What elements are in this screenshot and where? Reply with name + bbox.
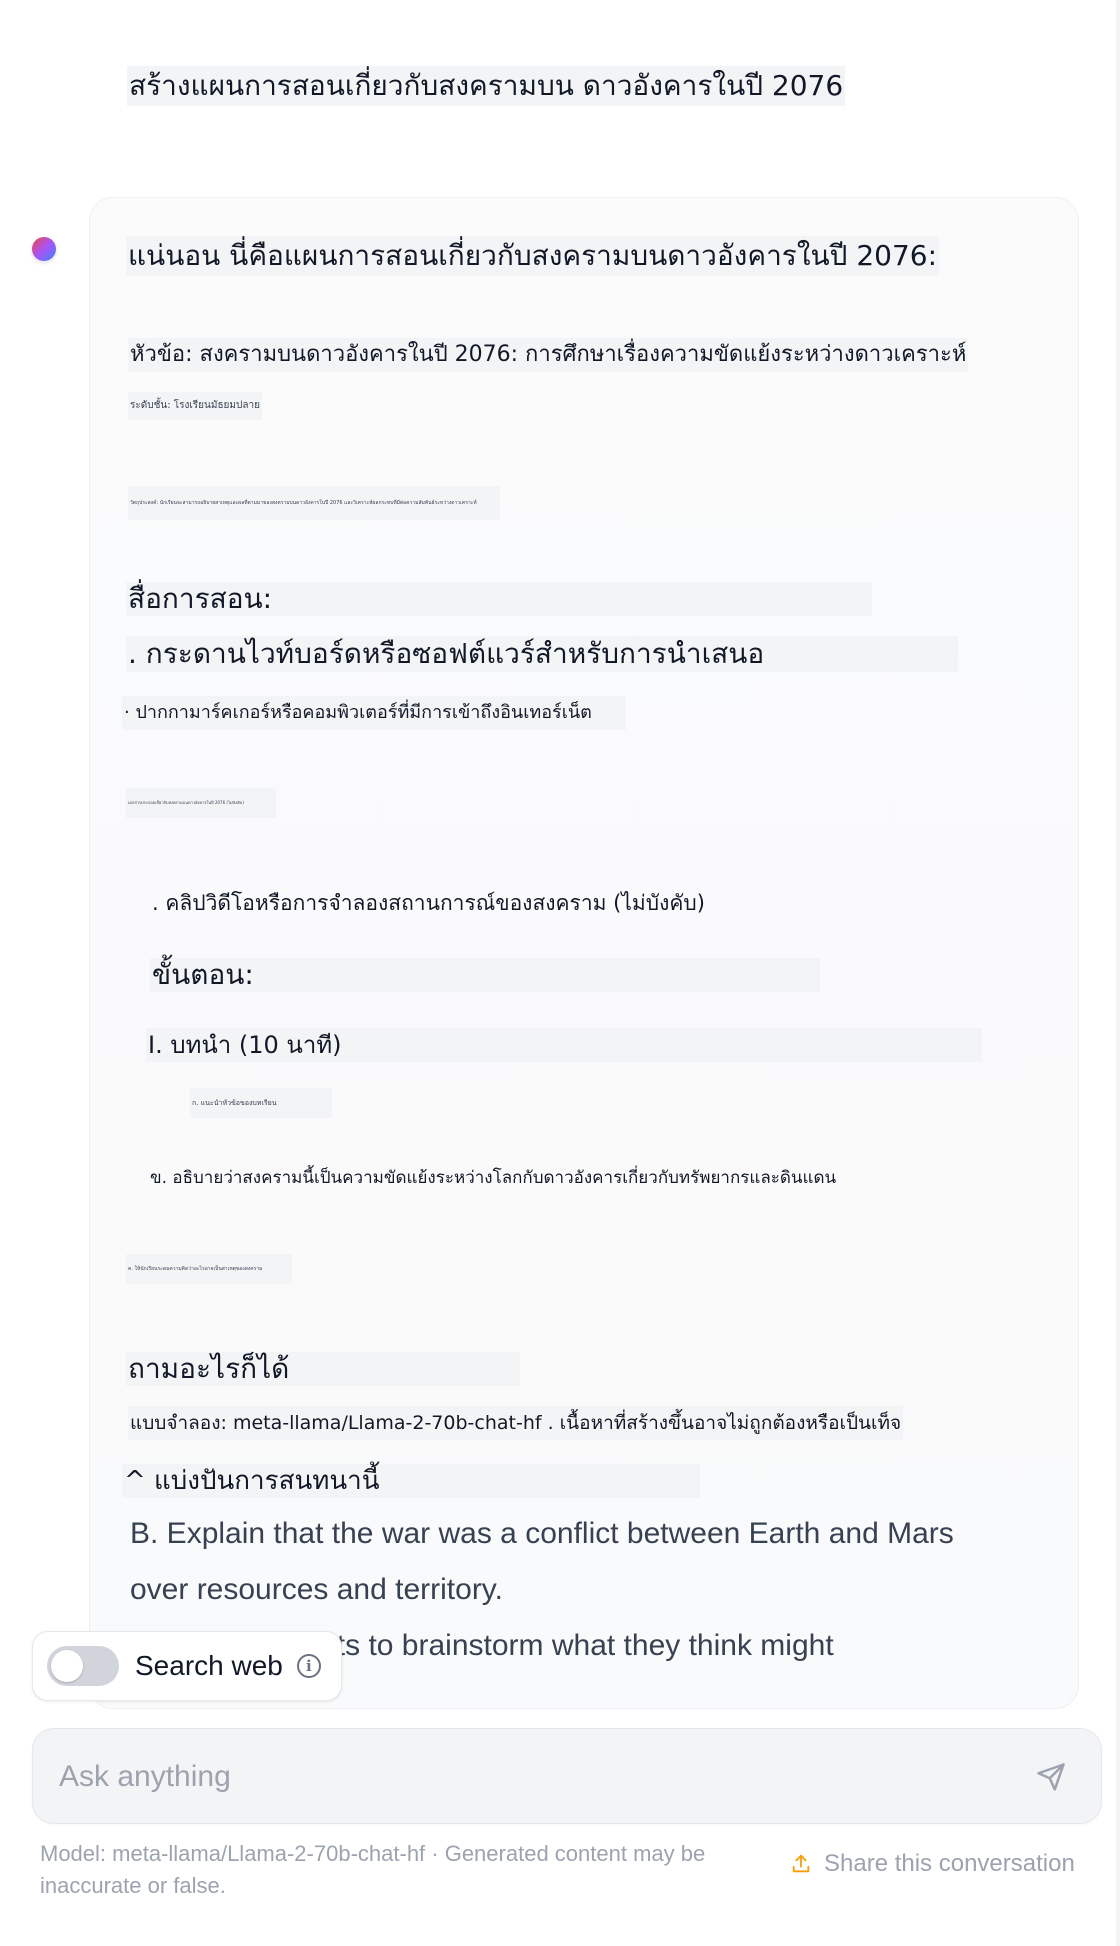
step-item: ค. ให้นักเรียนระดมความคิดว่าอะไรอาจเป็นส… bbox=[126, 1254, 292, 1284]
chat-page: สร้างแผนการสอนเกี่ยวกับสงครามบน ดาวอังคา… bbox=[0, 0, 1120, 1946]
step-item: ก. แนะนำหัวข้อของบทเรียน bbox=[190, 1088, 332, 1118]
search-web-toggle[interactable]: Search web i bbox=[32, 1631, 342, 1701]
share-conversation-button[interactable]: Share this conversation bbox=[790, 1850, 1075, 1878]
step-item: ข. อธิบายว่าสงครามนี้เป็นความขัดแย้งระหว… bbox=[150, 1168, 837, 1188]
search-web-label: Search web bbox=[135, 1650, 283, 1681]
material-item: · ปากกามาร์คเกอร์หรือคอมพิวเตอร์ที่มีการ… bbox=[122, 696, 626, 730]
lesson-objective: วัตถุประสงค์: นักเรียนจะสามารถอธิบายสาเห… bbox=[128, 486, 500, 520]
send-icon bbox=[1037, 1763, 1065, 1791]
toggle-switch[interactable] bbox=[47, 1646, 119, 1686]
lesson-grade: ระดับชั้น: โรงเรียนมัธยมปลาย bbox=[128, 392, 262, 420]
step-item: I. บทนำ (10 นาที) bbox=[146, 1028, 982, 1062]
assistant-intro: แน่นอน นี่คือแผนการสอนเกี่ยวกับสงครามบนด… bbox=[126, 236, 940, 276]
user-message: สร้างแผนการสอนเกี่ยวกับสงครามบน ดาวอังคา… bbox=[127, 66, 846, 106]
materials-heading: สื่อการสอน: bbox=[126, 582, 872, 616]
share-label: Share this conversation bbox=[824, 1850, 1075, 1877]
material-item: . กระดานไวท์บอร์ดหรือซอฟต์แวร์สำหรับการน… bbox=[126, 636, 958, 672]
share-icon bbox=[790, 1853, 812, 1875]
message-text: B. Explain that the war was a conflict b… bbox=[130, 1517, 954, 1550]
assistant-avatar bbox=[32, 237, 56, 261]
chat-input[interactable] bbox=[57, 1753, 961, 1801]
lesson-topic: หัวข้อ: สงครามบนดาวอังคารในปี 2076: การศ… bbox=[128, 338, 969, 372]
send-button[interactable] bbox=[1029, 1755, 1073, 1799]
material-item: เอกสารประกอบเกี่ยวกับสงครามบนดาวอังคารใน… bbox=[126, 788, 276, 818]
model-note-overlay: แบบจำลอง: meta-llama/Llama-2-70b-chat-hf… bbox=[128, 1406, 904, 1440]
toggle-knob bbox=[51, 1650, 83, 1682]
message-text: over resources and territory. bbox=[130, 1573, 503, 1606]
ask-anything-overlay: ถามอะไรก็ได้ bbox=[126, 1352, 520, 1386]
model-disclaimer: Model: meta-llama/Llama-2-70b-chat-hf · … bbox=[40, 1841, 706, 1898]
scrollbar-track[interactable] bbox=[1116, 0, 1120, 1946]
info-icon[interactable]: i bbox=[296, 1654, 321, 1678]
steps-heading: ขั้นตอน: bbox=[150, 958, 820, 992]
material-item: . คลิปวิดีโอหรือการจำลองสถานการณ์ของสงคร… bbox=[152, 891, 705, 915]
chat-input-box bbox=[32, 1728, 1102, 1824]
share-overlay: ^ แบ่งปันการสนทนานี้ bbox=[122, 1464, 700, 1498]
